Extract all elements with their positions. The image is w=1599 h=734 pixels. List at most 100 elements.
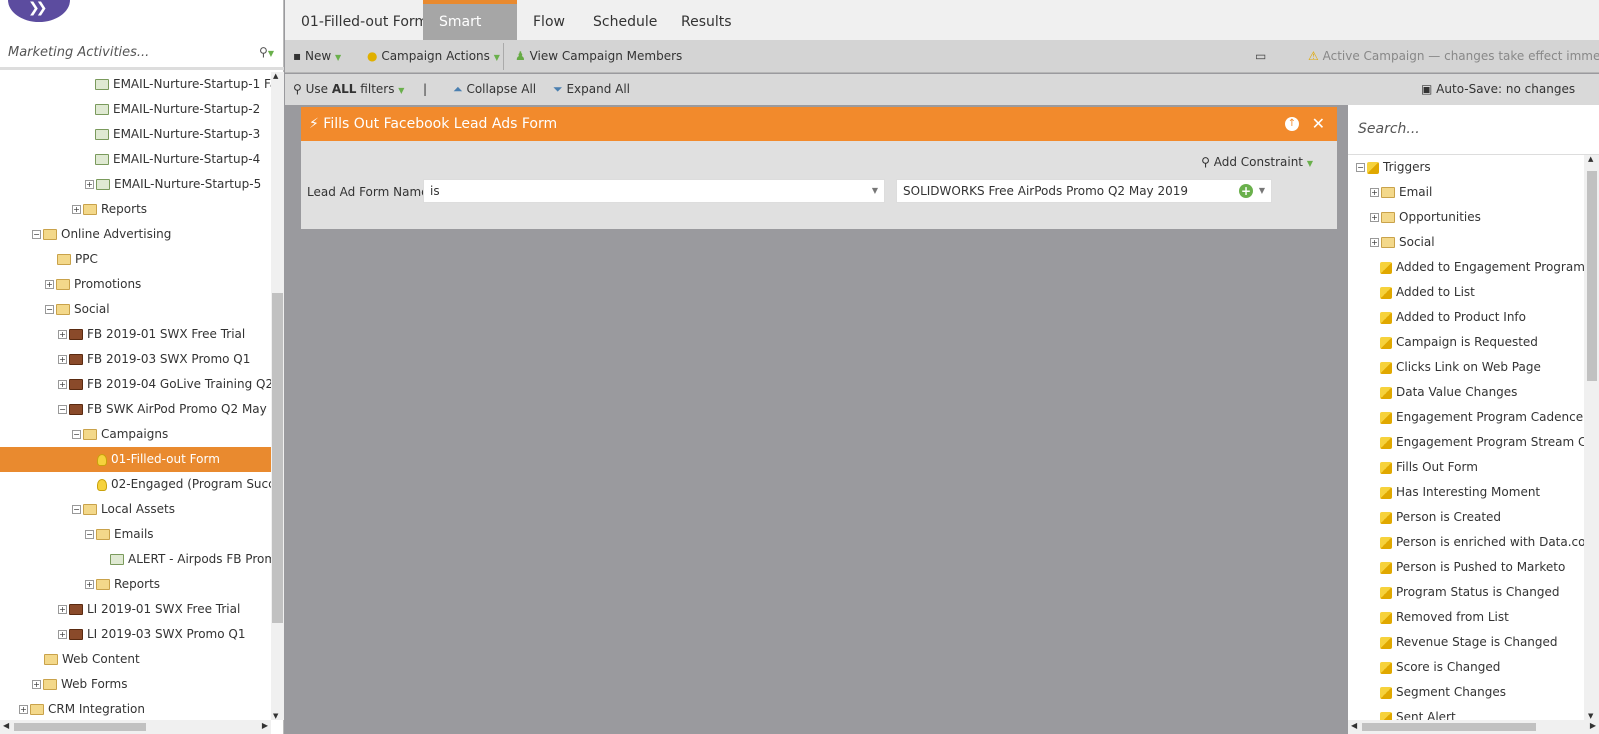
tree-item[interactable]: EMAIL-Nurture-Startup-3 [0, 122, 271, 147]
collapse-icon[interactable]: − [45, 305, 54, 314]
scroll-up-icon[interactable]: ▲ [1588, 155, 1593, 163]
palette-trigger-item[interactable]: Person is Pushed to Marketo [1348, 555, 1584, 580]
filter-header[interactable]: ⚡ Fills Out Facebook Lead Ads Form ↑ ✕ [301, 107, 1337, 141]
expand-icon[interactable]: + [58, 330, 67, 339]
expand-icon[interactable]: + [58, 630, 67, 639]
expand-icon[interactable]: + [1370, 188, 1379, 197]
tree-item[interactable]: + LI 2019-03 SWX Promo Q1 [0, 622, 271, 647]
tree-item[interactable]: + LI 2019-01 SWX Free Trial [0, 597, 271, 622]
tree-item[interactable]: − Online Advertising [0, 222, 271, 247]
tree-item[interactable]: − FB SWK AirPod Promo Q2 May 201 [0, 397, 271, 422]
palette-trigger-item[interactable]: Fills Out Form [1348, 455, 1584, 480]
tab-flow[interactable]: Flow [517, 0, 581, 40]
expand-icon[interactable]: + [58, 605, 67, 614]
scrollbar-thumb[interactable] [14, 723, 146, 731]
tree-item[interactable]: + FB 2019-04 GoLive Training Q2 [0, 372, 271, 397]
tree-item[interactable]: ALERT - Airpods FB Promo [0, 547, 271, 572]
tree-item[interactable]: + Promotions [0, 272, 271, 297]
expand-icon[interactable]: + [58, 380, 67, 389]
add-value-icon[interactable]: + [1239, 184, 1253, 198]
scrollbar-thumb[interactable] [272, 293, 283, 623]
palette-trigger-item[interactable]: Has Interesting Moment [1348, 480, 1584, 505]
scrollbar-thumb[interactable] [1587, 171, 1597, 381]
search-options-icon[interactable]: ⚲▼ [259, 45, 274, 59]
palette-trigger-item[interactable]: Campaign is Requested [1348, 330, 1584, 355]
triggers-root[interactable]: − Triggers [1348, 155, 1584, 180]
palette-trigger-item[interactable]: Removed from List [1348, 605, 1584, 630]
tree-item[interactable]: + FB 2019-03 SWX Promo Q1 [0, 347, 271, 372]
palette-horizontal-scrollbar[interactable]: ◀ ▶ [1348, 720, 1599, 734]
palette-item[interactable]: + Opportunities [1348, 205, 1584, 230]
move-up-icon[interactable]: ↑ [1285, 117, 1299, 131]
tree-item[interactable]: EMAIL-Nurture-Startup-4 [0, 147, 271, 172]
tree-item[interactable]: − Local Assets [0, 497, 271, 522]
palette-trigger-item[interactable]: Engagement Program Stream Char [1348, 430, 1584, 455]
operator-select[interactable]: is ▼ [423, 179, 885, 203]
palette-trigger-item[interactable]: Person is Created [1348, 505, 1584, 530]
expand-icon[interactable]: + [85, 180, 94, 189]
collapse-icon[interactable]: − [32, 230, 41, 239]
tree-item[interactable]: 02-Engaged (Program Succes [0, 472, 271, 497]
collapse-all-button[interactable]: ⏶ Collapse All [453, 82, 536, 97]
tab-results[interactable]: Results [665, 0, 748, 40]
close-icon[interactable]: ✕ [1312, 107, 1325, 141]
palette-item[interactable]: + Social [1348, 230, 1584, 255]
tree-vertical-scrollbar[interactable]: ▲ ▼ [271, 72, 284, 720]
scroll-down-icon[interactable]: ▼ [1588, 712, 1593, 720]
tab-smart-list[interactable]: Smart List [423, 0, 517, 66]
scroll-right-icon[interactable]: ▶ [1590, 721, 1596, 730]
scroll-left-icon[interactable]: ◀ [1351, 721, 1357, 730]
scrollbar-thumb[interactable] [1362, 723, 1536, 731]
scroll-down-icon[interactable]: ▼ [273, 712, 278, 720]
palette-trigger-item[interactable]: Person is enriched with Data.com [1348, 530, 1584, 555]
collapse-icon[interactable]: − [85, 530, 94, 539]
palette-search-input[interactable]: Search... [1358, 121, 1420, 137]
tree-item[interactable]: PPC [0, 247, 271, 272]
palette-search[interactable]: Search... [1348, 105, 1599, 155]
palette-trigger-item[interactable]: Added to List [1348, 280, 1584, 305]
form-name-value-select[interactable]: SOLIDWORKS Free AirPods Promo Q2 May 201… [896, 179, 1272, 203]
tree-horizontal-scrollbar[interactable]: ◀ ▶ [0, 720, 271, 734]
scroll-up-icon[interactable]: ▲ [273, 72, 278, 80]
tree-item[interactable]: − Campaigns [0, 422, 271, 447]
expand-icon[interactable]: + [1370, 213, 1379, 222]
tree-item[interactable]: + Web Forms [0, 672, 271, 697]
tree-item[interactable]: EMAIL-Nurture-Startup-1 Fan [0, 72, 271, 97]
view-campaign-members-button[interactable]: ♟ View Campaign Members [515, 49, 682, 63]
tab-schedule[interactable]: Schedule [577, 0, 673, 40]
tree-item[interactable]: + FB 2019-01 SWX Free Trial [0, 322, 271, 347]
scroll-left-icon[interactable]: ◀ [3, 721, 9, 730]
add-constraint-button[interactable]: ⚲ Add Constraint ▼ [1201, 155, 1313, 169]
tree-item[interactable]: EMAIL-Nurture-Startup-2 [0, 97, 271, 122]
expand-icon[interactable]: + [19, 705, 28, 714]
tree-item[interactable]: − Social [0, 297, 271, 322]
collapse-icon[interactable]: − [72, 430, 81, 439]
palette-trigger-item[interactable]: Sent Alert [1348, 705, 1584, 720]
expand-icon[interactable]: + [45, 280, 54, 289]
tree-item[interactable]: − Emails [0, 522, 271, 547]
tree-item[interactable]: + Reports [0, 197, 271, 222]
expand-icon[interactable]: + [32, 680, 41, 689]
collapse-icon[interactable]: − [58, 405, 67, 414]
palette-item[interactable]: + Email [1348, 180, 1584, 205]
marketing-activities-search[interactable]: Marketing Activities... ⚲▼ [0, 40, 284, 70]
expand-icon[interactable]: + [85, 580, 94, 589]
palette-trigger-item[interactable]: Clicks Link on Web Page [1348, 355, 1584, 380]
marketo-logo[interactable]: ❯❯ [8, 0, 70, 22]
scroll-right-icon[interactable]: ▶ [262, 721, 268, 730]
palette-trigger-item[interactable]: Score is Changed [1348, 655, 1584, 680]
tree-item[interactable]: + Reports [0, 572, 271, 597]
expand-icon[interactable]: + [58, 355, 67, 364]
collapse-icon[interactable]: − [1356, 163, 1365, 172]
palette-trigger-item[interactable]: Added to Engagement Program [1348, 255, 1584, 280]
new-button[interactable]: ▪ New ▼ [293, 49, 341, 63]
tree-item[interactable]: Web Content [0, 647, 271, 672]
tree-item-selected[interactable]: 01-Filled-out Form [0, 447, 271, 472]
tab-campaign-name[interactable]: 01-Filled-out Form [285, 0, 444, 40]
tree-item[interactable]: + EMAIL-Nurture-Startup-5 [0, 172, 271, 197]
palette-trigger-item[interactable]: Program Status is Changed [1348, 580, 1584, 605]
collapse-icon[interactable]: − [72, 505, 81, 514]
palette-trigger-item[interactable]: Revenue Stage is Changed [1348, 630, 1584, 655]
palette-trigger-item[interactable]: Added to Product Info [1348, 305, 1584, 330]
palette-vertical-scrollbar[interactable]: ▲ ▼ [1584, 155, 1599, 720]
